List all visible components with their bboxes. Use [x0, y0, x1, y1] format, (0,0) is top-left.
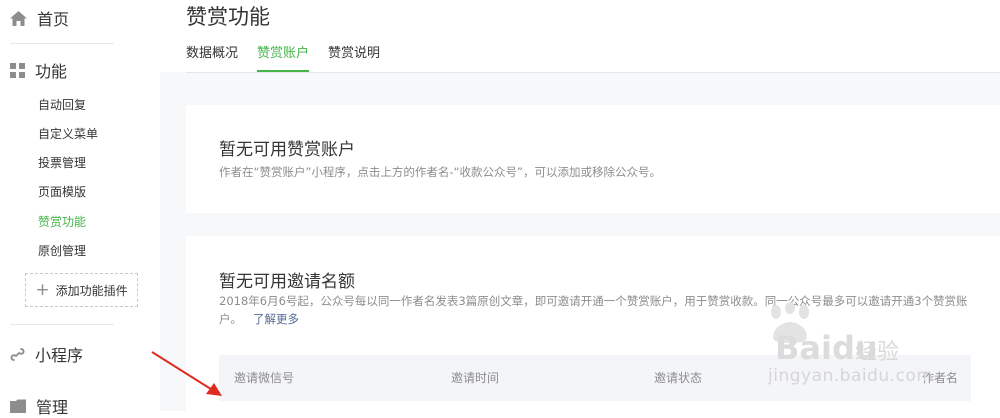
sidebar-item-manage[interactable]: 管理 [10, 394, 68, 418]
column-header-invite-time: 邀请时间 [451, 371, 500, 385]
column-header-wechat-id: 邀请微信号 [234, 371, 295, 385]
add-plugin-button[interactable]: + 添加功能插件 [25, 273, 138, 307]
card-title: 暂无可用邀请名额 [219, 272, 355, 292]
sidebar-section-features: 功能 [10, 58, 67, 82]
card-description-text: 2018年6月6号起，公众号每以同一作者名发表3篇原创文章，即可邀请开通一个赞赏… [219, 294, 968, 326]
sidebar-item-auto-reply[interactable]: 自动回复 [38, 96, 86, 114]
tab-reward-account[interactable]: 赞赏账户 [257, 40, 310, 72]
card-description: 2018年6月6号起，公众号每以同一作者名发表3篇原创文章，即可邀请开通一个赞赏… [219, 292, 971, 328]
plus-icon: + [35, 279, 50, 300]
card-title: 暂无可用赞赏账户 [219, 140, 355, 160]
annotation-arrow [148, 348, 228, 400]
sidebar: 首页 功能 自动回复 自定义菜单 投票管理 页面模版 赞赏功能 原创管理 + 添… [0, 0, 160, 417]
sidebar-divider [10, 43, 114, 44]
sidebar-section-label: 小程序 [35, 346, 84, 365]
sidebar-divider [10, 324, 114, 325]
sidebar-item-vote[interactable]: 投票管理 [38, 154, 86, 172]
watermark-url: jingyan.baidu.com [768, 366, 934, 386]
miniprogram-icon [10, 347, 25, 362]
tab-reward-description[interactable]: 赞赏说明 [328, 40, 380, 71]
sidebar-item-custom-menu[interactable]: 自定义菜单 [38, 125, 98, 143]
sidebar-item-original[interactable]: 原创管理 [38, 242, 86, 260]
sidebar-section-label: 功能 [35, 62, 68, 81]
sidebar-section-label: 管理 [36, 398, 69, 417]
reward-account-card: 暂无可用赞赏账户 作者在“赞赏账户”小程序，点击上方的作者名-“收款公众号”，可… [186, 105, 1000, 213]
learn-more-link[interactable]: 了解更多 [253, 312, 299, 326]
watermark-brand-cn: 经验 [855, 340, 900, 365]
sidebar-item-page-template[interactable]: 页面模版 [38, 183, 86, 201]
grid-icon [10, 62, 25, 78]
tab-bar: 数据概况 赞赏账户 赞赏说明 [186, 40, 399, 72]
column-header-invite-status: 邀请状态 [654, 371, 703, 385]
tab-data-overview[interactable]: 数据概况 [186, 40, 238, 71]
home-icon [10, 10, 27, 26]
add-plugin-label: 添加功能插件 [55, 283, 128, 298]
card-description: 作者在“赞赏账户”小程序，点击上方的作者名-“收款公众号”，可以添加或移除公众号… [219, 165, 661, 179]
tabs-divider [186, 72, 1000, 73]
sidebar-item-reward[interactable]: 赞赏功能 [38, 213, 86, 231]
sidebar-item-home[interactable]: 首页 [10, 6, 69, 30]
page-title: 赞赏功能 [186, 5, 270, 29]
sidebar-item-label: 首页 [37, 10, 70, 29]
sidebar-item-miniprogram[interactable]: 小程序 [10, 342, 83, 366]
